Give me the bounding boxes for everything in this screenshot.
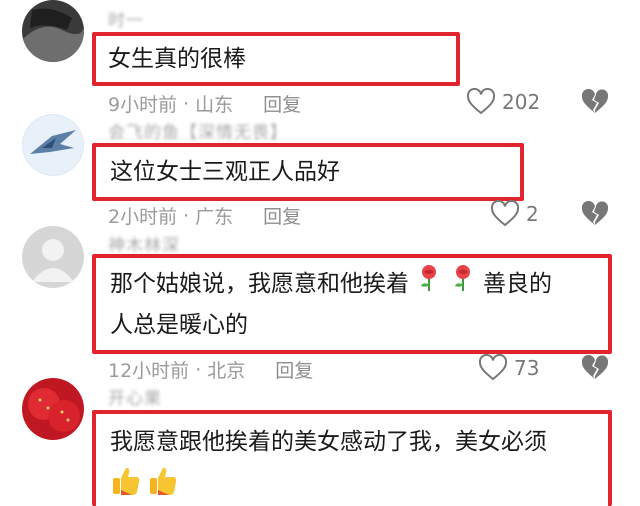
like-button[interactable]: 2	[490, 200, 539, 228]
rose-icon	[450, 264, 476, 305]
rose-icon	[416, 264, 442, 305]
heart-outline-icon	[478, 354, 508, 381]
comment-highlight: 那个姑娘说，我愿意和他挨着 善良的 人总是暖心的	[92, 254, 612, 354]
comment-text: 这位女士三观正人品好	[110, 159, 340, 185]
like-button[interactable]: 202	[466, 88, 540, 116]
comment-location: 广东	[195, 206, 234, 228]
comment-text: 我愿意跟他挨着的美女感动了我，美女必须	[110, 429, 547, 455]
comment-location: 北京	[207, 360, 246, 382]
reply-button[interactable]: 回复	[275, 356, 313, 383]
dislike-button[interactable]	[580, 354, 610, 386]
meta-separator: ·	[183, 204, 190, 227]
broken-heart-icon	[581, 354, 609, 379]
username[interactable]: 会飞的鱼【深情无畏】	[108, 118, 288, 143]
comment-location: 山东	[195, 94, 234, 116]
comment-highlight: 我愿意跟他挨着的美女感动了我，美女必须	[92, 410, 612, 506]
comment-time: 2小时前	[108, 206, 178, 228]
thumbs-up-icon	[110, 464, 142, 502]
avatar[interactable]	[22, 378, 84, 440]
meta-separator: ·	[183, 92, 190, 115]
broken-heart-icon	[581, 200, 609, 225]
dislike-button[interactable]	[580, 200, 610, 232]
heart-outline-icon	[466, 88, 496, 115]
comment-meta: 9小时前 · 山东 回复	[108, 90, 301, 117]
username[interactable]: 时一	[108, 6, 144, 31]
reply-button[interactable]: 回复	[263, 90, 301, 117]
meta-separator: ·	[195, 358, 202, 381]
like-count: 73	[514, 356, 540, 380]
comment-text-line2: 人总是暖心的	[110, 312, 248, 338]
broken-heart-icon	[581, 88, 609, 113]
username[interactable]: 神木林深	[108, 231, 180, 256]
like-button[interactable]: 73	[478, 354, 539, 382]
avatar[interactable]	[22, 226, 84, 288]
like-count: 202	[502, 90, 541, 114]
avatar[interactable]	[22, 0, 84, 62]
heart-outline-icon	[490, 200, 520, 227]
comment-highlight: 女生真的很棒	[92, 32, 460, 86]
comment-time: 9小时前	[108, 94, 178, 116]
comment-text: 女生真的很棒	[108, 46, 246, 72]
reply-button[interactable]: 回复	[263, 202, 301, 229]
comment-time: 12小时前	[108, 360, 190, 382]
comment-meta: 2小时前 · 广东 回复	[108, 202, 301, 229]
dislike-button[interactable]	[580, 88, 610, 120]
comment-meta: 12小时前 · 北京 回复	[108, 356, 313, 383]
username[interactable]: 开心果	[108, 384, 162, 409]
comment-text-line1-tail: 善良的	[482, 271, 552, 297]
comment-highlight: 这位女士三观正人品好	[92, 143, 524, 201]
avatar[interactable]	[22, 114, 84, 176]
thumbs-up-icon	[147, 464, 179, 502]
comment-text-line1: 那个姑娘说，我愿意和他挨着	[110, 271, 409, 297]
like-count: 2	[526, 202, 539, 226]
